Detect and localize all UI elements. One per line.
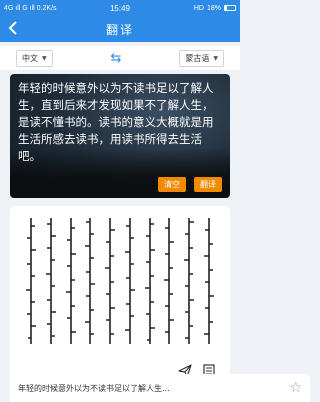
status-right: HD 18%: [194, 5, 236, 12]
page-title: 翻译: [105, 22, 134, 37]
translation-result-card: [10, 206, 230, 388]
source-text-input[interactable]: 年轻的时候意外以为不读书足以了解人生，直到后来才发现如果不了解人生，是读不懂书的…: [18, 80, 222, 165]
signal-network-info: 4G ıll G ıll 0.2K/s: [4, 4, 57, 12]
mongolian-column: [45, 218, 56, 344]
source-language-select[interactable]: 中文 ▼: [16, 49, 53, 67]
mongolian-column: [144, 218, 155, 344]
mongolian-column: [65, 218, 76, 344]
swap-arrows-icon[interactable]: ⇆: [111, 51, 122, 66]
hd-indicator: HD: [193, 4, 204, 12]
mongolian-column: [26, 218, 36, 344]
mongolian-column: [164, 218, 175, 344]
target-language-select[interactable]: 蒙古语 ▼: [179, 49, 224, 67]
clear-button[interactable]: 清空: [158, 177, 186, 192]
language-bar: 中文 ▼ ⇆ 蒙古语 ▼: [0, 46, 240, 70]
star-icon[interactable]: ☆: [289, 380, 302, 396]
battery-icon: [224, 5, 236, 11]
source-text-card: 年轻的时候意外以为不读书足以了解人生，直到后来才发现如果不了解人生，是读不懂书的…: [10, 74, 230, 198]
source-actions: 清空 翻译: [158, 177, 222, 192]
status-bar: 4G ıll G ıll 0.2K/s 15:49 HD 18%: [0, 0, 240, 16]
translate-button[interactable]: 翻译: [194, 177, 222, 192]
target-language-label: 蒙古语: [185, 53, 210, 63]
chevron-down-icon: ▼: [42, 54, 47, 62]
title-bar: 翻译: [0, 16, 240, 42]
mongolian-script-output: [24, 216, 216, 346]
battery-percentage: 18%: [206, 4, 221, 12]
mongolian-column: [124, 218, 135, 344]
back-arrow-icon[interactable]: [8, 20, 18, 39]
source-language-label: 中文: [22, 53, 38, 63]
history-item[interactable]: 年轻的时候意外以为不读书足以了解人生... ☆: [10, 374, 310, 402]
mongolian-column: [105, 218, 116, 344]
mongolian-column: [203, 218, 214, 344]
mongolian-column: [184, 218, 195, 344]
chevron-down-icon: ▼: [213, 54, 218, 62]
history-item-text: 年轻的时候意外以为不读书足以了解人生...: [18, 383, 170, 393]
mongolian-column: [85, 218, 96, 344]
